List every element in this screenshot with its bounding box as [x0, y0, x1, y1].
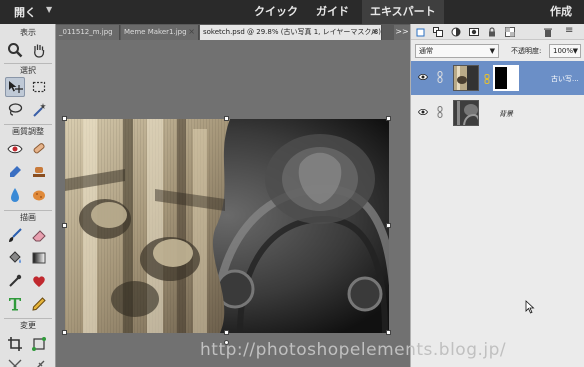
layer-name: 背景	[499, 110, 513, 118]
transform-handle[interactable]	[224, 330, 229, 335]
delete-layer-icon[interactable]	[543, 27, 553, 37]
layer-mask-thumbnail[interactable]	[493, 65, 519, 91]
crop-tool-icon[interactable]	[5, 334, 25, 354]
magic-wand-tool-icon[interactable]	[29, 100, 49, 120]
tab-label: _011512_m.jpg	[59, 28, 113, 36]
move-tool-icon[interactable]	[5, 77, 25, 97]
clone-stamp-tool-icon[interactable]	[29, 162, 49, 182]
section-enhance-label: 画質調整	[12, 127, 44, 136]
eraser-tool-icon[interactable]	[29, 225, 49, 245]
gradient-tool-icon[interactable]	[29, 248, 49, 268]
cathedral-photo	[65, 119, 389, 333]
create-button[interactable]: 作成	[550, 0, 572, 24]
new-layer-icon[interactable]	[416, 27, 426, 37]
section-view-label: 表示	[20, 28, 36, 37]
adjustment-layer-icon[interactable]	[451, 27, 461, 37]
section-draw-label: 描画	[20, 213, 36, 222]
brush-tool-icon[interactable]	[5, 225, 25, 245]
paint-bucket-tool-icon[interactable]	[5, 248, 25, 268]
document-tabs: _011512_m.jpg Meme Maker1.jpg × soketch.…	[0, 24, 410, 40]
hand-tool-icon[interactable]	[29, 40, 49, 60]
layer-thumbnail	[453, 100, 479, 126]
new-group-icon[interactable]	[433, 27, 443, 37]
eyedropper-tool-icon[interactable]	[5, 271, 25, 291]
more-tabs-button[interactable]: >>	[394, 25, 410, 40]
type-tool-icon[interactable]	[5, 294, 25, 314]
layers-toolbar: ≡	[411, 24, 584, 40]
mode-guided-tab[interactable]: ガイド	[316, 0, 349, 24]
open-button[interactable]: 開く	[14, 4, 36, 20]
document-tab-active[interactable]: soketch.psd @ 29.8% (古い写真 1, レイヤーマスク/8) …	[200, 25, 382, 40]
sponge-tool-icon[interactable]	[29, 185, 49, 205]
layer-row[interactable]: 背景	[411, 96, 584, 130]
tool-panel: 表示 選択 画質調整 描画 変更	[0, 24, 56, 367]
opacity-value: 100%	[553, 47, 574, 55]
pencil-tool-icon[interactable]	[29, 294, 49, 314]
layer-thumbnail	[453, 65, 479, 91]
lock-all-icon[interactable]	[487, 27, 497, 37]
blend-mode-value: 通常	[419, 47, 433, 55]
smart-brush-tool-icon[interactable]	[5, 162, 25, 182]
link-icon[interactable]	[437, 106, 443, 118]
tab-label: Meme Maker1.jpg	[124, 28, 187, 36]
blur-tool-icon[interactable]	[5, 185, 25, 205]
transform-handle[interactable]	[62, 330, 67, 335]
mask-link-icon[interactable]	[484, 74, 490, 84]
chevron-down-icon: ▼	[572, 47, 578, 55]
opacity-field[interactable]: 100% ▼	[549, 44, 581, 58]
mouse-cursor-icon	[525, 300, 535, 314]
spot-healing-tool-icon[interactable]	[29, 139, 49, 159]
blend-mode-select[interactable]: 通常 ▼	[415, 44, 499, 58]
visibility-eye-icon[interactable]	[418, 108, 428, 116]
close-icon[interactable]: ×	[371, 25, 378, 39]
document-image[interactable]	[65, 119, 389, 333]
document-tab[interactable]: _011512_m.jpg	[56, 25, 120, 40]
custom-shape-tool-icon[interactable]	[29, 271, 49, 291]
transform-handle[interactable]	[386, 223, 391, 228]
chevron-down-icon: ▼	[489, 47, 495, 55]
panel-menu-icon[interactable]: ≡	[565, 25, 573, 36]
opacity-label: 不透明度:	[511, 47, 542, 55]
layers-panel: ≡ 通常 ▼ 不透明度: 100% ▼ 古い写... 背景	[410, 24, 584, 367]
zoom-tool-icon[interactable]	[5, 40, 25, 60]
mode-expert-tab[interactable]: エキスパート	[362, 0, 444, 24]
link-icon[interactable]	[437, 71, 443, 83]
transform-handle[interactable]	[62, 223, 67, 228]
section-select-label: 選択	[20, 66, 36, 75]
close-icon[interactable]: ×	[188, 25, 195, 39]
transform-handle[interactable]	[386, 116, 391, 121]
transform-handle[interactable]	[386, 330, 391, 335]
marquee-tool-icon[interactable]	[29, 77, 49, 97]
mode-quick-tab[interactable]: クイック	[254, 0, 298, 24]
transform-handle[interactable]	[224, 116, 229, 121]
section-modify-label: 変更	[20, 321, 36, 330]
transform-handle[interactable]	[62, 116, 67, 121]
straighten-tool-icon[interactable]	[29, 356, 49, 367]
photoshop-elements-window: 開く ▼ クイック ガイド エキスパート 作成 _011512_m.jpg Me…	[0, 0, 584, 367]
layer-name: 古い写...	[551, 75, 579, 83]
recompose-tool-icon[interactable]	[29, 334, 49, 354]
tab-label: soketch.psd @ 29.8% (古い写真 1, レイヤーマスク/8)	[203, 28, 381, 36]
lock-transparent-icon[interactable]	[505, 27, 515, 37]
open-dropdown-icon[interactable]: ▼	[46, 5, 52, 14]
watermark-text: http://photoshopelements.blog.jp/	[200, 340, 507, 360]
layer-row[interactable]: 古い写...	[411, 61, 584, 95]
top-bar: 開く ▼ クイック ガイド エキスパート 作成	[0, 0, 584, 24]
lasso-tool-icon[interactable]	[5, 100, 25, 120]
red-eye-tool-icon[interactable]	[5, 139, 25, 159]
content-aware-move-tool-icon[interactable]	[5, 356, 25, 367]
document-tab[interactable]: Meme Maker1.jpg ×	[121, 25, 199, 40]
layer-mask-icon[interactable]	[469, 27, 479, 37]
visibility-eye-icon[interactable]	[418, 73, 428, 81]
